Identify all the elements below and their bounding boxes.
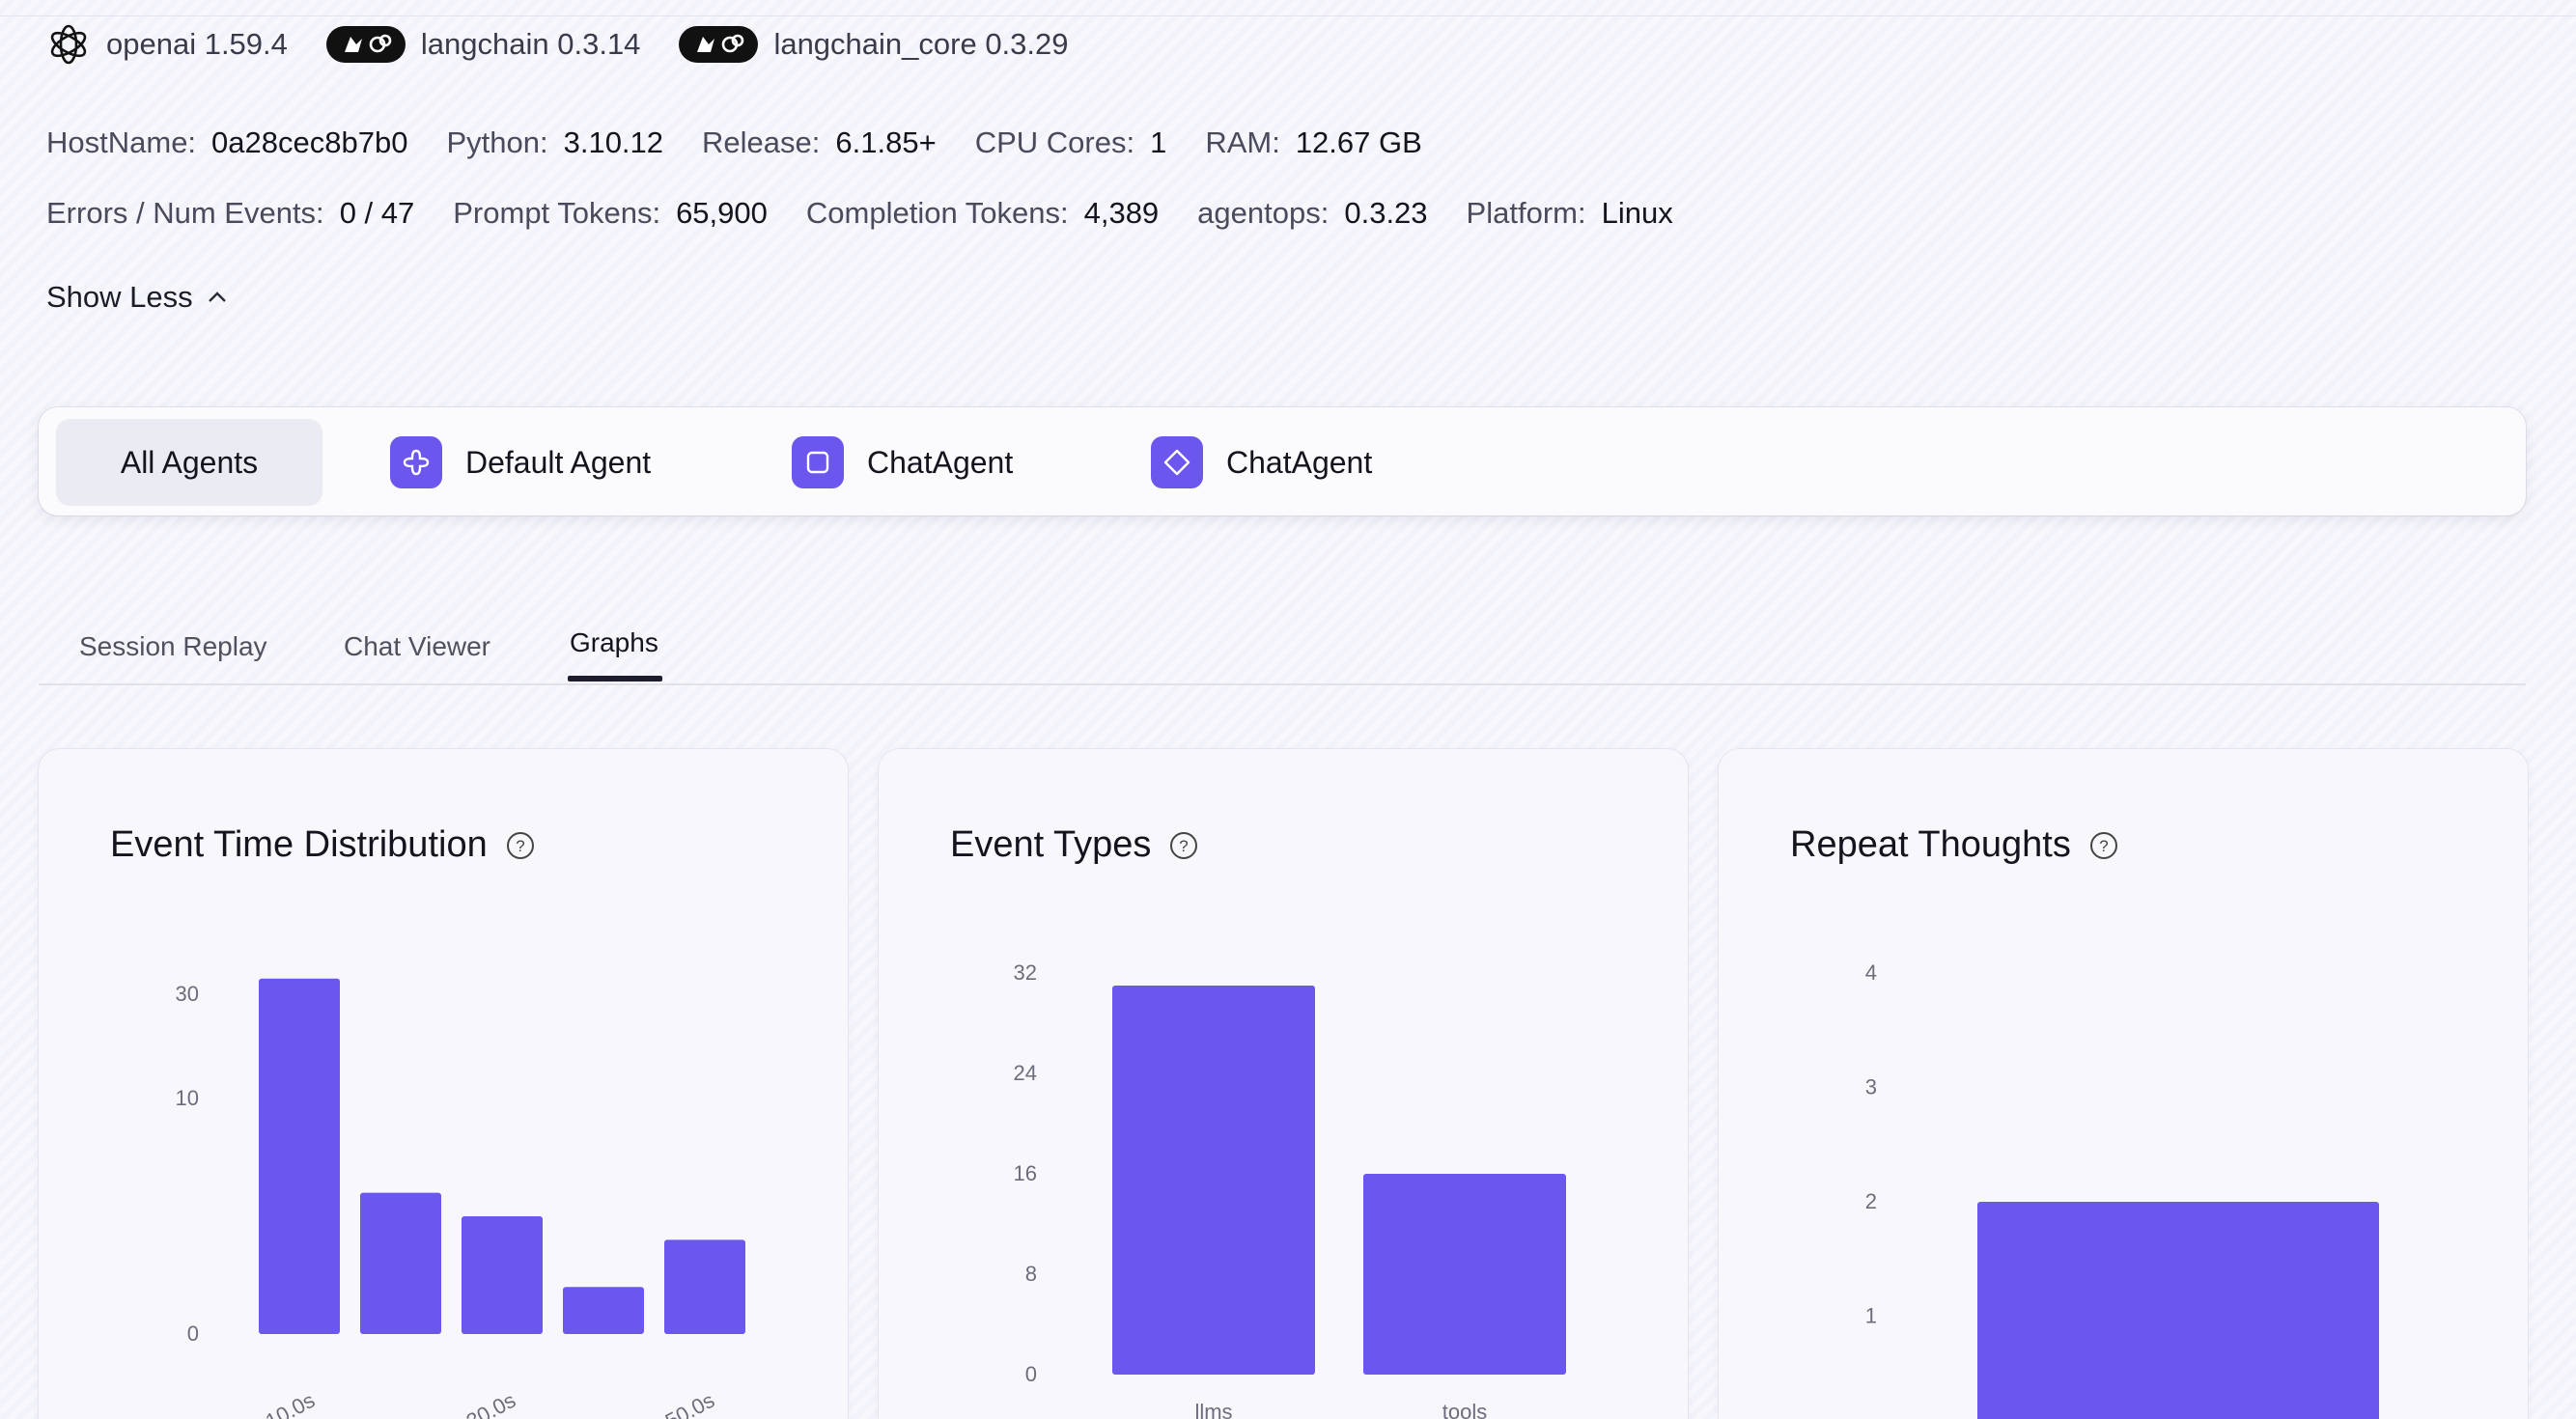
agent-tab-all[interactable]: All Agents: [56, 419, 322, 506]
x-tick-label: tools: [1442, 1400, 1487, 1419]
info-key: Platform:: [1466, 196, 1586, 230]
info-platform: Platform: Linux: [1467, 196, 1673, 231]
info-prompt-tokens: Prompt Tokens: 65,900: [453, 196, 768, 231]
agent-tab-label: Default Agent: [465, 444, 652, 480]
repeat-thoughts-chart: 4 3 2 1: [1865, 960, 2379, 1419]
y-tick-label: 8: [1025, 1262, 1037, 1286]
bar-llms[interactable]: [1112, 986, 1315, 1375]
info-key: Python:: [446, 125, 548, 159]
info-agentops: agentops: 0.3.23: [1197, 196, 1427, 231]
y-tick-label: 30: [176, 982, 199, 1006]
info-key: RAM:: [1205, 125, 1280, 159]
openai-icon: [50, 24, 87, 65]
langchain-icon: [325, 26, 406, 63]
x-tick-label: 10.0s: [262, 1388, 319, 1419]
info-ram: RAM: 12.67 GB: [1205, 125, 1421, 160]
bar-event-time[interactable]: [360, 1192, 441, 1334]
show-less-button[interactable]: Show Less: [46, 280, 228, 315]
chart-card-event-types: Event Types ? 32 24 16 8 0 llms tools: [879, 749, 1688, 1419]
info-python: Python: 3.10.12: [446, 125, 663, 160]
info-key: Release:: [702, 125, 821, 159]
package-openai: openai 1.59.4: [46, 22, 288, 67]
bar-tools[interactable]: [1363, 1174, 1566, 1375]
flower-icon: [390, 436, 442, 488]
y-tick-label: 16: [1014, 1161, 1037, 1185]
bar-repeat-thoughts[interactable]: [1977, 1202, 2379, 1419]
info-release: Release: 6.1.85+: [702, 125, 937, 160]
view-tabs: Session Replay Chat Viewer Graphs: [39, 618, 2526, 685]
bar-event-time[interactable]: [563, 1287, 644, 1334]
info-key: Errors / Num Events:: [46, 196, 324, 230]
event-types-chart: 32 24 16 8 0 llms tools: [1014, 960, 1566, 1419]
info-completion-tokens: Completion Tokens: 4,389: [806, 196, 1159, 231]
diamond-icon: [1151, 436, 1203, 488]
y-tick-label: 2: [1865, 1189, 1877, 1213]
package-label: openai 1.59.4: [106, 27, 288, 61]
chart-card-repeat-thoughts: Repeat Thoughts ? 4321: [1719, 749, 2528, 1419]
y-tick-label: 4: [1865, 960, 1877, 985]
tab-graphs[interactable]: Graphs: [570, 627, 658, 658]
system-info-row-1: HostName: 0a28cec8b7b0 Python: 3.10.12 Rel…: [46, 125, 1461, 160]
agents-bar: All Agents Default Agent ChatAgent ChatA…: [39, 407, 2526, 515]
info-value: 12.67 GB: [1295, 125, 1422, 159]
show-less-label: Show Less: [46, 280, 193, 314]
x-tick-label: 50.0s: [661, 1388, 718, 1419]
package-langchain-core: langchain_core 0.3.29: [679, 26, 1069, 63]
active-tab-indicator: [568, 676, 662, 682]
info-value: 0.3.23: [1344, 196, 1428, 230]
bar-event-time[interactable]: [259, 978, 340, 1334]
tab-chat-viewer[interactable]: Chat Viewer: [344, 631, 490, 662]
info-value: 1: [1150, 125, 1167, 159]
agent-tab-default-agent[interactable]: Default Agent: [390, 419, 651, 506]
info-key: Prompt Tokens:: [453, 196, 661, 230]
info-key: agentops:: [1197, 196, 1330, 230]
top-divider: [0, 15, 2576, 16]
square-icon: [792, 436, 844, 488]
package-list: openai 1.59.4 langchain 0.3.14 langchain…: [46, 19, 1107, 70]
y-tick-label: 32: [1014, 960, 1037, 985]
info-value: 0 / 47: [339, 196, 415, 230]
langchain-icon: [679, 26, 759, 63]
info-key: CPU Cores:: [974, 125, 1135, 159]
system-info-row-2: Errors / Num Events: 0 / 47 Prompt Tokens…: [46, 196, 1712, 231]
agent-tab-label: ChatAgent: [867, 444, 1014, 480]
info-errors-events: Errors / Num Events: 0 / 47: [46, 196, 414, 231]
package-langchain: langchain 0.3.14: [325, 26, 641, 63]
bar-event-time[interactable]: [664, 1239, 745, 1334]
x-tick-label: llms: [1194, 1400, 1232, 1419]
y-tick-label: 10: [176, 1086, 199, 1110]
y-tick-label: 24: [1014, 1061, 1037, 1085]
info-key: HostName:: [46, 125, 197, 159]
agent-tab-chatagent-2[interactable]: ChatAgent: [1151, 419, 1372, 506]
info-value: Linux: [1601, 196, 1673, 230]
package-label: langchain_core 0.3.29: [773, 27, 1069, 61]
y-tick-label: 3: [1865, 1075, 1877, 1099]
agent-tab-chatagent-1[interactable]: ChatAgent: [792, 419, 1013, 506]
info-value: 4,389: [1083, 196, 1160, 230]
bar-event-time[interactable]: [462, 1216, 543, 1334]
y-tick-label: 0: [1025, 1362, 1037, 1386]
info-hostname: HostName: 0a28cec8b7b0: [46, 125, 407, 160]
y-tick-label: 1: [1865, 1304, 1877, 1328]
chart-card-event-time-distribution: Event Time Distribution ? 30 10 0 10.0s 30.0…: [39, 749, 848, 1419]
agent-tab-label: All Agents: [120, 444, 259, 480]
info-key: Completion Tokens:: [805, 196, 1069, 230]
x-tick-label: 30.0s: [462, 1388, 519, 1419]
info-cpu-cores: CPU Cores: 1: [975, 125, 1167, 160]
y-tick-label: 0: [187, 1322, 199, 1346]
info-value: 0a28cec8b7b0: [211, 125, 408, 159]
package-label: langchain 0.3.14: [420, 27, 641, 61]
event-time-chart: 30 10 0 10.0s 30.0s 50.0s: [176, 978, 745, 1419]
chevron-up-icon: [208, 292, 226, 302]
info-value: 3.10.12: [563, 125, 664, 159]
agent-tab-label: ChatAgent: [1226, 444, 1373, 480]
info-value: 6.1.85+: [835, 125, 937, 159]
info-value: 65,900: [676, 196, 768, 230]
tab-session-replay[interactable]: Session Replay: [79, 631, 267, 662]
